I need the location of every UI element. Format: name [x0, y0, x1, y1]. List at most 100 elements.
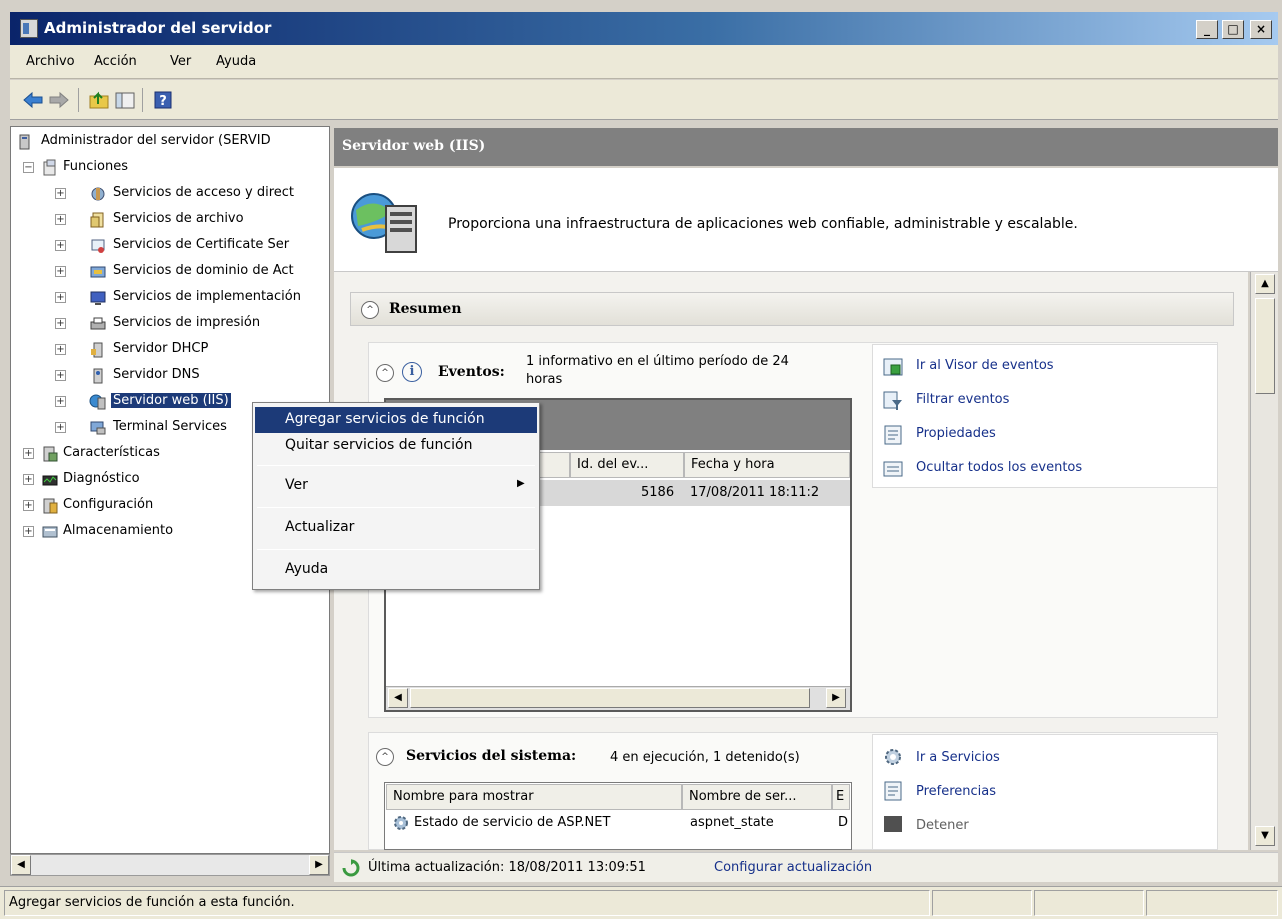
- features-icon: [43, 446, 58, 462]
- scroll-right-button[interactable]: ▶: [826, 688, 846, 708]
- expand-toggle-icon[interactable]: +: [55, 422, 66, 433]
- link-propiedades[interactable]: Propiedades: [916, 426, 996, 441]
- scroll-left-button[interactable]: ◀: [388, 688, 408, 708]
- back-arrow-icon[interactable]: [22, 90, 44, 110]
- minimize-button[interactable]: _: [1196, 20, 1218, 39]
- scroll-down-button[interactable]: ▼: [1255, 826, 1275, 846]
- events-summary-line2: horas: [526, 372, 563, 387]
- tree-funciones-label: Funciones: [63, 159, 128, 174]
- collapse-up-icon[interactable]: ^: [361, 301, 379, 319]
- tree-node-role[interactable]: + Servidor DNS: [15, 365, 329, 387]
- role-label: Servicios de acceso y direct: [113, 185, 295, 200]
- scroll-up-button[interactable]: ▲: [1255, 274, 1275, 294]
- expand-toggle-icon[interactable]: +: [55, 240, 66, 251]
- expand-toggle-icon[interactable]: +: [23, 526, 34, 537]
- tree-node-role[interactable]: + Servicios de implementación: [15, 287, 329, 309]
- dhcp-server-icon: [91, 342, 103, 358]
- expand-toggle-icon[interactable]: +: [55, 318, 66, 329]
- service-display-name: Estado de servicio de ASP.NET: [414, 815, 611, 830]
- details-vertical-scrollbar[interactable]: ▲ ▼: [1250, 272, 1278, 850]
- maximize-button[interactable]: □: [1222, 20, 1244, 39]
- hide-events-icon: [883, 461, 903, 477]
- refresh-icon: [342, 859, 360, 877]
- menu-item-ayuda[interactable]: Ayuda: [255, 557, 537, 583]
- tree-node-role[interactable]: + Servicios de Certificate Ser: [15, 235, 329, 257]
- close-button[interactable]: ×: [1250, 20, 1272, 39]
- tree-node-root[interactable]: Administrador del servidor (SERVID: [15, 131, 329, 153]
- server-icon: [19, 134, 30, 150]
- forward-arrow-icon[interactable]: [48, 90, 70, 110]
- link-preferencias[interactable]: Preferencias: [916, 784, 996, 799]
- certificate-services-icon: [91, 239, 105, 253]
- services-title: Servicios del sistema:: [406, 748, 577, 764]
- tree-node-role[interactable]: + Servicios de impresión: [15, 313, 329, 335]
- events-column-header-id[interactable]: Id. del ev...: [570, 452, 684, 478]
- menu-ayuda[interactable]: Ayuda: [216, 54, 256, 69]
- expand-toggle-icon[interactable]: +: [55, 188, 66, 199]
- expand-toggle-icon[interactable]: +: [23, 474, 34, 485]
- tree-node-role[interactable]: + Servicios de acceso y direct: [15, 183, 329, 205]
- service-row[interactable]: Estado de servicio de ASP.NET aspnet_sta…: [386, 812, 850, 836]
- role-label: Terminal Services: [113, 419, 227, 434]
- tree-node-role[interactable]: + Servicios de dominio de Act: [15, 261, 329, 283]
- expand-toggle-icon[interactable]: +: [55, 370, 66, 381]
- help-icon[interactable]: ?: [152, 90, 174, 110]
- role-label: Servicios de implementación: [113, 289, 301, 304]
- role-label: Servicios de archivo: [113, 211, 244, 226]
- events-horizontal-scrollbar[interactable]: ◀ ▶: [386, 686, 850, 710]
- expand-toggle-icon[interactable]: +: [55, 266, 66, 277]
- scroll-left-button[interactable]: ◀: [11, 855, 31, 875]
- roles-folder-icon: [43, 159, 56, 176]
- tree-node-role[interactable]: + Servidor DHCP: [15, 339, 329, 361]
- preferences-icon: [884, 781, 902, 801]
- expand-toggle-icon[interactable]: +: [55, 292, 66, 303]
- tree-node-role[interactable]: + Servicios de archivo: [15, 209, 329, 231]
- services-collapse-icon[interactable]: ^: [376, 748, 394, 766]
- link-configurar-actualizacion[interactable]: Configurar actualización: [714, 860, 872, 875]
- server-manager-app-icon: [20, 19, 38, 38]
- expand-toggle-icon[interactable]: +: [55, 214, 66, 225]
- menu-item-quitar-servicios[interactable]: Quitar servicios de función: [255, 433, 537, 459]
- link-filtrar-eventos[interactable]: Filtrar eventos: [916, 392, 1009, 407]
- services-column-header-state[interactable]: E: [832, 784, 850, 810]
- menu-separator: [257, 507, 535, 508]
- show-hide-tree-icon[interactable]: [114, 90, 136, 110]
- scroll-right-button[interactable]: ▶: [309, 855, 329, 875]
- link-ocultar-todos-los-eventos[interactable]: Ocultar todos los eventos: [916, 460, 1082, 475]
- event-id: 5186: [641, 485, 675, 500]
- scroll-thumb[interactable]: [1255, 298, 1275, 394]
- up-folder-icon[interactable]: [88, 90, 110, 110]
- menu-item-actualizar[interactable]: Actualizar: [255, 515, 537, 541]
- menu-archivo[interactable]: Archivo: [26, 54, 75, 69]
- tree-horizontal-scrollbar[interactable]: ◀ ▶: [10, 854, 330, 876]
- tree-label: Características: [63, 445, 160, 460]
- tree-node-funciones[interactable]: − Funciones: [15, 157, 329, 179]
- role-label: Servicios de Certificate Ser: [113, 237, 290, 252]
- expand-toggle-icon[interactable]: +: [55, 396, 66, 407]
- tree-label: Diagnóstico: [63, 471, 140, 486]
- role-description-area: Proporciona una infraestructura de aplic…: [334, 168, 1278, 272]
- menu-item-ver[interactable]: Ver ▶: [255, 473, 537, 499]
- resumen-section-header[interactable]: ^ Resumen: [350, 292, 1234, 326]
- title-bar[interactable]: Administrador del servidor _ □ ×: [10, 12, 1278, 45]
- services-column-header-display[interactable]: Nombre para mostrar: [386, 784, 682, 810]
- events-collapse-icon[interactable]: ^: [376, 364, 394, 382]
- svg-text:?: ?: [159, 94, 167, 109]
- status-segment: [932, 890, 1032, 916]
- expand-toggle-icon[interactable]: +: [23, 448, 34, 459]
- details-header: Servidor web (IIS): [334, 128, 1278, 166]
- menu-separator: [257, 549, 535, 550]
- scroll-thumb[interactable]: [410, 688, 810, 708]
- link-ir-a-servicios[interactable]: Ir a Servicios: [916, 750, 1000, 765]
- services-column-header-name[interactable]: Nombre de ser...: [682, 784, 832, 810]
- link-ir-al-visor-de-eventos[interactable]: Ir al Visor de eventos: [916, 358, 1054, 373]
- collapse-toggle-icon[interactable]: −: [23, 162, 34, 173]
- expand-toggle-icon[interactable]: +: [55, 344, 66, 355]
- expand-toggle-icon[interactable]: +: [23, 500, 34, 511]
- menu-accion[interactable]: Acción: [94, 54, 137, 69]
- menu-ver[interactable]: Ver: [170, 54, 191, 69]
- status-text: Agregar servicios de función a esta func…: [9, 895, 295, 910]
- events-column-header-date[interactable]: Fecha y hora: [684, 452, 850, 478]
- menu-item-agregar-servicios[interactable]: Agregar servicios de función: [255, 407, 537, 433]
- menu-separator: [257, 465, 535, 466]
